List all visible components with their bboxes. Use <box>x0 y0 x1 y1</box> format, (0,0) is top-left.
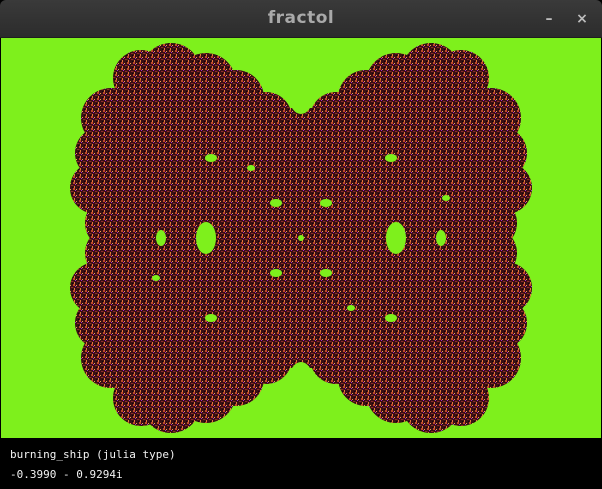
fractal-gap <box>320 199 332 207</box>
fractal-gap <box>385 314 397 322</box>
fractal-gap <box>298 235 304 241</box>
fractal-gap <box>205 314 217 322</box>
fractal-lobe <box>237 204 305 272</box>
fractal-gap <box>156 230 166 246</box>
fractal-gap <box>386 222 406 254</box>
window-title: fractol <box>267 8 335 28</box>
fractal-gap <box>205 154 217 162</box>
fractal-gap <box>270 269 282 277</box>
minimize-button[interactable]: – <box>539 9 559 29</box>
title-bar[interactable]: fractol – × <box>0 0 602 38</box>
fractal-gap <box>442 195 450 201</box>
fractal-gap <box>270 199 282 207</box>
close-button[interactable]: × <box>572 9 592 29</box>
fractal-gap <box>247 165 255 171</box>
fractal-gap <box>385 154 397 162</box>
fractal-lobe <box>297 204 365 272</box>
fractal-gap <box>196 222 216 254</box>
fractal-render <box>70 38 532 438</box>
fractal-gap <box>436 230 446 246</box>
julia-parameter-readout: -0.3990 - 0.9294i <box>10 468 123 481</box>
fractol-window: fractol – × burning_ship (julia type) -0… <box>0 0 602 489</box>
fractal-gap <box>152 275 160 281</box>
fractal-gap <box>320 269 332 277</box>
fractal-lobe <box>446 208 506 268</box>
fractal-shape <box>70 38 532 438</box>
fractal-gap <box>347 305 355 311</box>
fractal-lobe <box>96 208 156 268</box>
fractal-type-label: burning_ship (julia type) <box>10 448 176 461</box>
fractal-gap <box>293 38 309 90</box>
status-panel: burning_ship (julia type) -0.3990 - 0.92… <box>0 438 602 489</box>
fractal-gap <box>293 386 309 438</box>
fractal-canvas[interactable] <box>1 38 601 438</box>
